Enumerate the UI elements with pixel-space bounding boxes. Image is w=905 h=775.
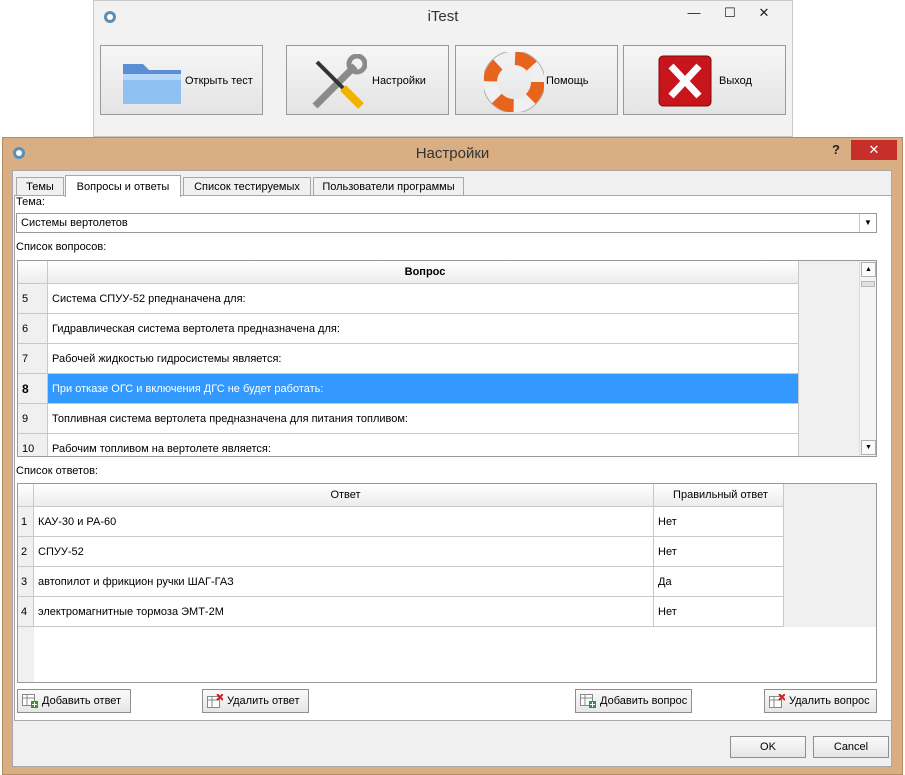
- help-label: Помощь: [546, 75, 589, 87]
- scroll-up-icon[interactable]: ▲: [861, 262, 876, 277]
- answer-row-correct[interactable]: Да: [654, 567, 784, 597]
- tab-users[interactable]: Пользователи программы: [313, 177, 464, 196]
- question-row-number-selected[interactable]: 8: [18, 374, 48, 404]
- tab-testees[interactable]: Список тестируемых: [183, 177, 311, 196]
- question-row-text[interactable]: Рабочей жидкостью гидросистемы является:: [48, 344, 799, 374]
- folder-icon: [121, 56, 183, 111]
- answer-row-number[interactable]: 2: [18, 537, 34, 567]
- ok-button[interactable]: OK: [730, 736, 806, 758]
- questions-grid: Вопрос 5 Система СПУУ-52 рпеднаначена дл…: [17, 260, 877, 457]
- maximize-button[interactable]: ☐: [716, 3, 744, 23]
- question-row-text-selected[interactable]: При отказе ОГС и включения ДГС не будет …: [48, 374, 799, 404]
- exit-x-icon: [658, 55, 712, 110]
- close-button[interactable]: ✕: [750, 3, 778, 23]
- question-row-text[interactable]: Гидравлическая система вертолета предназ…: [48, 314, 799, 344]
- topic-label: Тема:: [16, 196, 45, 208]
- answer-row-number[interactable]: 1: [18, 507, 34, 537]
- tab-topics[interactable]: Темы: [16, 177, 64, 196]
- chevron-down-icon[interactable]: ▼: [859, 214, 876, 232]
- question-row-number[interactable]: 6: [18, 314, 48, 344]
- delete-question-button[interactable]: Удалить вопрос: [764, 689, 877, 713]
- add-question-button[interactable]: Добавить вопрос: [575, 689, 692, 713]
- topic-select-value: Системы вертолетов: [21, 217, 128, 229]
- table-add-icon: [22, 694, 38, 716]
- question-row-text[interactable]: Топливная система вертолета предназначен…: [48, 404, 799, 434]
- scroll-down-icon[interactable]: ▼: [861, 440, 876, 455]
- help-button[interactable]: Помощь: [455, 45, 618, 115]
- dialog-close-button[interactable]: ✕: [851, 140, 897, 160]
- add-answer-label: Добавить ответ: [42, 695, 122, 707]
- questions-scrollbar[interactable]: ▲ ▼: [859, 261, 876, 456]
- answer-row-correct[interactable]: Нет: [654, 537, 784, 567]
- dialog-help-button[interactable]: ?: [822, 140, 850, 160]
- question-row-text[interactable]: Рабочим топливом на вертолете является:: [48, 434, 799, 456]
- answers-label: Список ответов:: [16, 465, 98, 477]
- answer-row-correct[interactable]: Нет: [654, 507, 784, 537]
- answers-column-header-answer[interactable]: Ответ: [34, 484, 654, 507]
- delete-question-label: Удалить вопрос: [789, 695, 870, 707]
- add-question-label: Добавить вопрос: [600, 695, 688, 707]
- exit-label: Выход: [719, 75, 752, 87]
- question-row-text[interactable]: Система СПУУ-52 рпеднаначена для:: [48, 284, 799, 314]
- add-answer-button[interactable]: Добавить ответ: [17, 689, 131, 713]
- answer-row-number[interactable]: 4: [18, 597, 34, 627]
- answer-row-number[interactable]: 3: [18, 567, 34, 597]
- answers-corner-header: [18, 484, 34, 507]
- questions-column-header[interactable]: Вопрос: [48, 261, 799, 284]
- table-add-icon: [580, 694, 596, 716]
- topic-select[interactable]: Системы вертолетов ▼: [16, 213, 877, 233]
- dialog-title: Настройки: [415, 145, 490, 162]
- lifebuoy-icon: [482, 50, 546, 115]
- tab-questions-answers[interactable]: Вопросы и ответы: [65, 175, 181, 197]
- answer-row-correct[interactable]: Нет: [654, 597, 784, 627]
- question-row-number[interactable]: 5: [18, 284, 48, 314]
- settings-label: Настройки: [372, 75, 426, 87]
- minimize-button[interactable]: —: [680, 3, 708, 23]
- answer-row-text[interactable]: электромагнитные тормоза ЭМТ-2М: [34, 597, 654, 627]
- question-row-number[interactable]: 9: [18, 404, 48, 434]
- table-delete-icon: [207, 693, 224, 716]
- answer-row-text[interactable]: СПУУ-52: [34, 537, 654, 567]
- answers-empty-area: [34, 627, 876, 682]
- questions-label: Список вопросов:: [16, 241, 107, 253]
- answers-grid: Ответ Правильный ответ 1 КАУ-30 и РА-60 …: [17, 483, 877, 683]
- answer-row-text[interactable]: КАУ-30 и РА-60: [34, 507, 654, 537]
- question-row-number[interactable]: 7: [18, 344, 48, 374]
- settings-button[interactable]: Настройки: [286, 45, 449, 115]
- delete-answer-label: Удалить ответ: [227, 695, 300, 707]
- exit-button[interactable]: Выход: [623, 45, 786, 115]
- cancel-button[interactable]: Cancel: [813, 736, 889, 758]
- question-row-number[interactable]: 10: [18, 434, 48, 456]
- tools-icon: [309, 53, 368, 115]
- table-delete-icon: [769, 693, 786, 716]
- questions-corner-header: [18, 261, 48, 284]
- open-test-label: Открыть тест: [185, 75, 253, 87]
- answers-column-header-correct[interactable]: Правильный ответ: [654, 484, 784, 507]
- open-test-button[interactable]: Открыть тест: [100, 45, 263, 115]
- delete-answer-button[interactable]: Удалить ответ: [202, 689, 309, 713]
- scroll-thumb[interactable]: [861, 281, 875, 287]
- answer-row-text[interactable]: автопилот и фрикцион ручки ШАГ-ГАЗ: [34, 567, 654, 597]
